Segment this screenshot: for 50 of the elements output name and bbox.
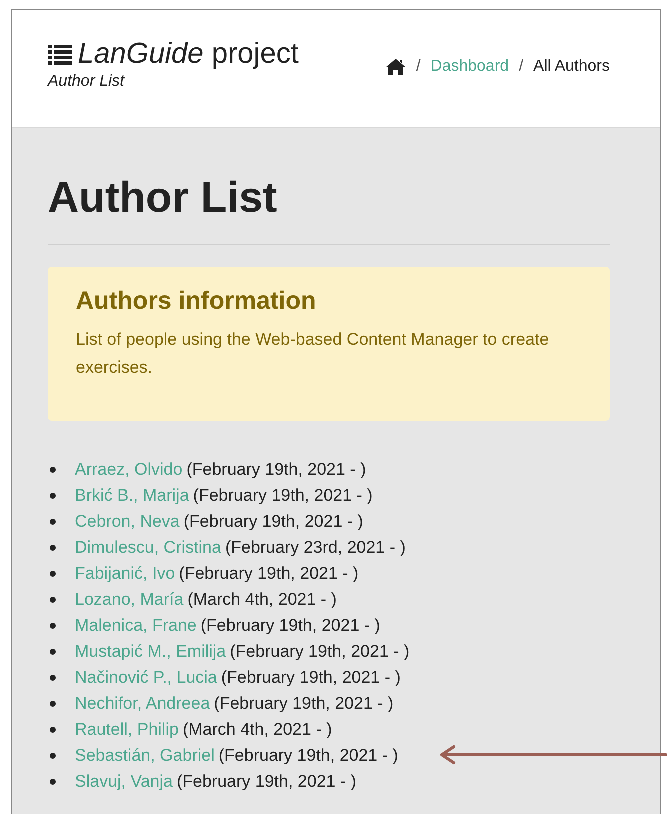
author-link[interactable]: Rautell, Philip xyxy=(75,720,179,740)
author-date-range: (February 19th, 2021 - ) xyxy=(200,616,380,636)
author-date-range: (February 19th, 2021 - ) xyxy=(193,486,373,506)
bullet-icon xyxy=(50,493,56,499)
author-date-range: (February 19th, 2021 - ) xyxy=(184,512,364,532)
author-link[interactable]: Sebastián, Gabriel xyxy=(75,746,215,766)
bullet-icon xyxy=(50,545,56,551)
info-heading: Authors information xyxy=(76,287,318,316)
author-link[interactable]: Načinović P., Lucia xyxy=(75,668,218,688)
bullet-icon xyxy=(50,649,56,655)
author-date-range: (March 4th, 2021 - ) xyxy=(182,720,332,740)
author-date-range: (February 19th, 2021 - ) xyxy=(230,642,410,662)
author-date-range: (February 23rd, 2021 - ) xyxy=(225,538,406,558)
author-date-range: (February 19th, 2021 - ) xyxy=(221,668,401,688)
bullet-icon xyxy=(50,623,56,629)
info-text: List of people using the Web-based Content Manager to create exercises. xyxy=(76,329,550,379)
dashboard-link[interactable]: Dashboard xyxy=(430,58,510,76)
author-link[interactable]: Slavuj, Vanja xyxy=(75,772,173,792)
author-link[interactable]: Fabijanić, Ivo xyxy=(75,564,176,584)
page-subtitle: Author List xyxy=(48,73,126,91)
bullet-icon xyxy=(50,519,56,525)
current-page-label: All Authors xyxy=(534,58,610,76)
author-date-range: (March 4th, 2021 - ) xyxy=(188,590,337,610)
author-link[interactable]: Malenica, Frane xyxy=(75,616,197,636)
project-title: LanGuide project xyxy=(78,38,299,71)
home-icon[interactable] xyxy=(386,59,406,75)
author-date-range: (February 19th, 2021 - ) xyxy=(214,694,394,714)
bullet-icon xyxy=(50,467,56,473)
bullet-icon xyxy=(50,597,56,603)
author-date-range: (February 19th, 2021 - ) xyxy=(218,746,398,766)
bullet-icon xyxy=(50,675,56,681)
author-link[interactable]: Arraez, Olvido xyxy=(75,460,183,480)
author-link[interactable]: Brkić B., Marija xyxy=(75,486,190,506)
author-link[interactable]: Dimulescu, Cristina xyxy=(75,538,222,558)
author-link[interactable]: Nechifor, Andreea xyxy=(75,694,210,714)
bullet-icon xyxy=(50,571,56,577)
author-link[interactable]: Mustapić M., Emilija xyxy=(75,642,226,662)
bullet-icon xyxy=(50,727,56,733)
list-icon xyxy=(48,44,72,64)
author-link[interactable]: Lozano, María xyxy=(75,590,184,610)
breadcrumb-separator: / xyxy=(416,58,421,76)
author-date-range: (February 19th, 2021 - ) xyxy=(176,772,356,792)
author-date-range: (February 19th, 2021 - ) xyxy=(179,564,359,584)
bullet-icon xyxy=(50,701,56,707)
page-heading: Author List xyxy=(48,173,278,224)
author-link[interactable]: Cebron, Neva xyxy=(75,512,180,532)
bullet-icon xyxy=(50,779,56,785)
author-date-range: (February 19th, 2021 - ) xyxy=(186,460,366,480)
breadcrumb-separator: / xyxy=(519,58,524,76)
bullet-icon xyxy=(50,753,56,759)
